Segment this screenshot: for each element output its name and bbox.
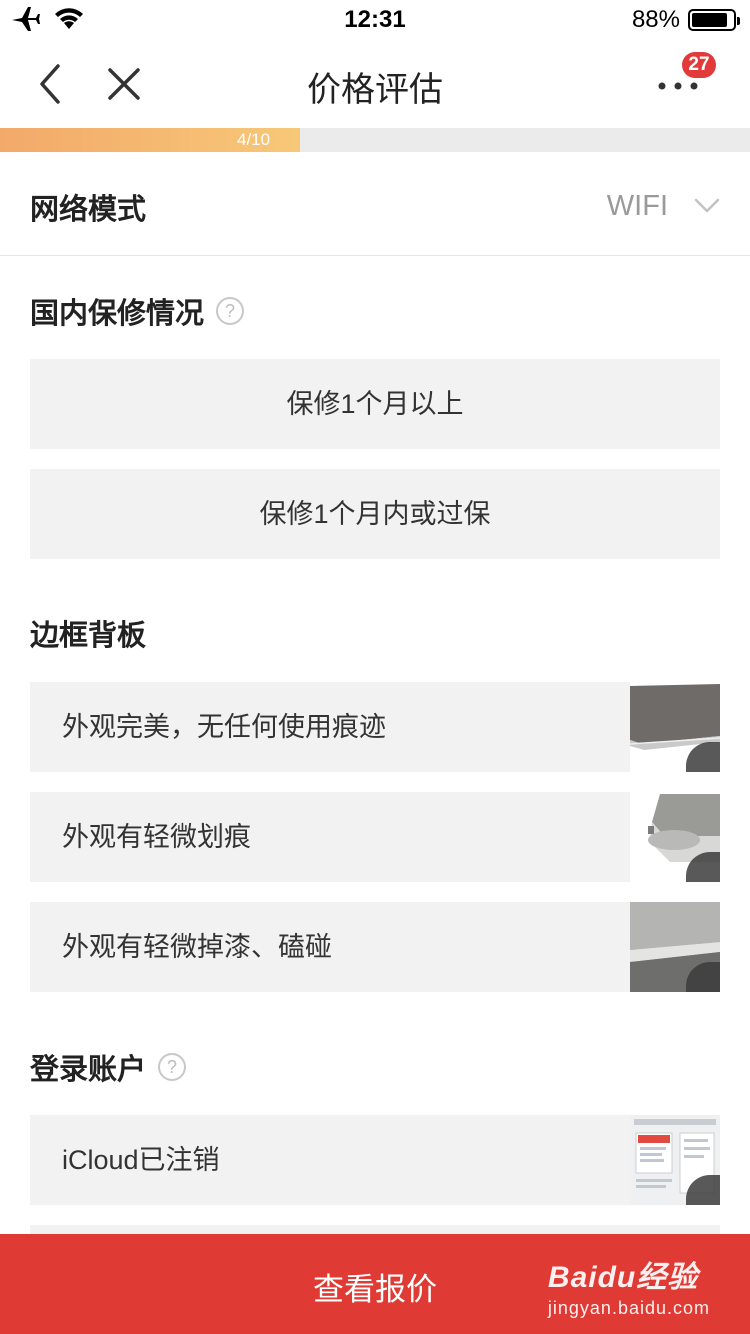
frame-title-text: 边框背板 bbox=[30, 620, 147, 652]
frame-option[interactable]: 外观有轻微划痕 bbox=[30, 792, 720, 882]
watermark-logo: Baidu经验 bbox=[547, 1261, 699, 1294]
account-option-label: iCloud已注销 bbox=[62, 1145, 220, 1175]
frame-section-title: 边框背板 bbox=[30, 612, 146, 654]
sample-photo-thumbnail[interactable] bbox=[630, 682, 720, 772]
frame-option[interactable]: 外观完美，无任何使用痕迹 bbox=[30, 682, 720, 772]
view-quote-button[interactable]: 查看报价 Baidu经验 jingyan.baidu.com bbox=[0, 1234, 750, 1334]
sample-photo-thumbnail[interactable] bbox=[630, 1115, 720, 1205]
zoom-in-icon bbox=[686, 766, 720, 772]
help-icon[interactable]: ? bbox=[216, 297, 245, 325]
account-title-text: 登录账户 bbox=[30, 1054, 147, 1086]
network-mode-value: WIFI bbox=[606, 190, 668, 222]
frame-option-label: 外观有轻微掉漆、磕碰 bbox=[62, 932, 332, 962]
watermark-url: jingyan.baidu.com bbox=[547, 1298, 710, 1318]
zoom-in-icon bbox=[686, 876, 720, 882]
chevron-down-icon bbox=[694, 198, 720, 213]
warranty-option[interactable]: 保修1个月以上 bbox=[30, 359, 720, 449]
battery-level bbox=[692, 13, 728, 27]
page-title: 价格评估 bbox=[307, 71, 443, 109]
status-bar: 12:31 88% bbox=[0, 0, 750, 40]
sample-photo-thumbnail[interactable] bbox=[630, 792, 720, 882]
battery-icon bbox=[688, 9, 740, 31]
frame-option-label: 外观完美，无任何使用痕迹 bbox=[62, 712, 386, 742]
network-mode-select[interactable]: 网络模式 WIFI bbox=[0, 152, 750, 256]
account-option[interactable]: iCloud已注销 bbox=[30, 1115, 720, 1205]
progress-label: 4/10 bbox=[237, 130, 271, 149]
account-option-partial[interactable] bbox=[30, 1225, 720, 1234]
battery-percentage: 88% bbox=[631, 6, 680, 33]
notification-badge: 27 bbox=[682, 52, 716, 78]
account-section-title: 登录账户 ? bbox=[30, 1046, 187, 1088]
zoom-in-icon bbox=[686, 1199, 720, 1205]
sample-photo-thumbnail[interactable] bbox=[630, 902, 720, 992]
zoom-in-icon bbox=[686, 986, 720, 992]
warranty-title-text: 国内保修情况 bbox=[30, 298, 205, 330]
frame-option-label: 外观有轻微划痕 bbox=[62, 822, 251, 852]
status-battery: 88% bbox=[631, 6, 740, 34]
help-icon[interactable]: ? bbox=[158, 1053, 187, 1081]
warranty-section-title: 国内保修情况 ? bbox=[30, 290, 245, 332]
nav-bar: 价格评估 bbox=[0, 40, 750, 128]
battery-cap bbox=[737, 17, 740, 25]
network-mode-label: 网络模式 bbox=[30, 194, 147, 226]
baidu-jingyan-watermark: Baidu经验 jingyan.baidu.com bbox=[548, 1252, 710, 1319]
warranty-option[interactable]: 保修1个月内或过保 bbox=[30, 469, 720, 559]
progress-bar: 4/10 bbox=[0, 128, 750, 152]
frame-option[interactable]: 外观有轻微掉漆、磕碰 bbox=[30, 902, 720, 992]
